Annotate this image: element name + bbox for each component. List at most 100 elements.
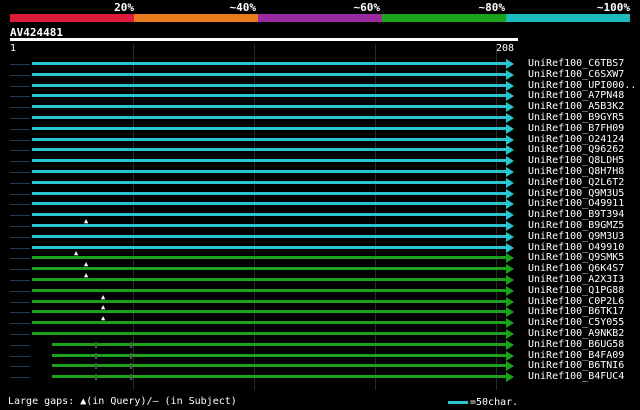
hit-alignment-bar[interactable] bbox=[32, 148, 508, 152]
hit-name-link[interactable]: UniRef100_Q1PG88 bbox=[528, 285, 624, 296]
hit-alignment-bar[interactable] bbox=[32, 202, 508, 206]
hit-name-link[interactable]: UniRef100_Q96262 bbox=[528, 144, 624, 155]
query-offset-dash bbox=[10, 301, 30, 303]
hit-direction-arrow bbox=[506, 69, 514, 80]
hit-direction-arrow bbox=[506, 91, 514, 102]
hit-alignment-bar[interactable] bbox=[32, 72, 508, 76]
hit-alignment-bar[interactable] bbox=[32, 267, 508, 271]
query-offset-dash bbox=[10, 139, 30, 141]
hit-name-link[interactable]: UniRef100_C5Y055 bbox=[528, 317, 624, 328]
hit-direction-arrow bbox=[506, 59, 514, 69]
hit-row[interactable]: UniRef100_B4FUC4 bbox=[0, 371, 640, 383]
hit-direction-arrow bbox=[506, 188, 514, 199]
hit-alignment-bar[interactable] bbox=[32, 245, 508, 249]
scale-key: =50char. bbox=[448, 397, 518, 408]
hit-alignment-bar[interactable] bbox=[52, 342, 508, 346]
hit-alignment-bar[interactable] bbox=[32, 234, 508, 238]
hit-alignment-bar[interactable] bbox=[32, 332, 508, 335]
hit-direction-arrow bbox=[506, 231, 514, 242]
hit-alignment-bar[interactable] bbox=[52, 364, 508, 368]
hit-alignment-bar[interactable] bbox=[32, 213, 508, 217]
query-offset-dash bbox=[10, 128, 30, 130]
hit-direction-arrow bbox=[506, 264, 514, 275]
hit-alignment-bar[interactable] bbox=[32, 94, 508, 98]
query-offset-dash bbox=[10, 161, 30, 163]
scale-label: =50char. bbox=[470, 397, 519, 408]
hit-alignment-bar[interactable] bbox=[32, 83, 508, 87]
hit-name-link[interactable]: UniRef100_O49911 bbox=[528, 198, 624, 209]
gap-legend: Large gaps: ▲(in Query)/– (in Subject) bbox=[8, 396, 237, 407]
hit-name-link[interactable]: UniRef100_B9GYR5 bbox=[528, 112, 624, 123]
hit-name-link[interactable]: UniRef100_C6TBS7 bbox=[528, 58, 624, 69]
hit-direction-arrow bbox=[506, 307, 514, 318]
query-gap-marker: ▲ bbox=[84, 260, 89, 269]
subject-gap-marker bbox=[95, 341, 97, 348]
hit-alignment-bar[interactable] bbox=[32, 159, 508, 163]
subject-gap-marker bbox=[130, 341, 132, 348]
query-offset-dash bbox=[10, 96, 30, 98]
query-offset-dash bbox=[10, 64, 30, 65]
query-offset-dash bbox=[10, 182, 30, 184]
hit-name-link[interactable]: UniRef100_B7FH09 bbox=[528, 123, 624, 134]
subject-gap-marker bbox=[95, 374, 97, 381]
hit-name-link[interactable]: UniRef100_O49910 bbox=[528, 242, 624, 253]
hit-name-link[interactable]: UniRef100_Q9M3U5 bbox=[528, 188, 624, 199]
hit-name-link[interactable]: UniRef100_A7PN48 bbox=[528, 90, 624, 101]
hit-name-link[interactable]: UniRef100_Q8H7H8 bbox=[528, 166, 624, 177]
hit-name-link[interactable]: UniRef100_C6SXW7 bbox=[528, 69, 624, 80]
hit-alignment-bar[interactable] bbox=[32, 62, 508, 65]
hit-direction-arrow bbox=[506, 167, 514, 177]
hit-name-link[interactable]: UniRef100_Q8LDH5 bbox=[528, 155, 624, 166]
hit-name-link[interactable]: UniRef100_B4FA09 bbox=[528, 350, 624, 361]
hit-direction-arrow bbox=[506, 145, 514, 156]
hit-name-link[interactable]: UniRef100_B9T394 bbox=[528, 209, 624, 220]
hit-alignment-bar[interactable] bbox=[52, 353, 508, 357]
hit-name-link[interactable]: UniRef100_A9NKB2 bbox=[528, 328, 624, 339]
hit-name-link[interactable]: UniRef100_A5B3K2 bbox=[528, 101, 624, 112]
query-gap-marker: ▲ bbox=[101, 314, 106, 323]
query-offset-dash bbox=[10, 226, 30, 227]
hit-name-link[interactable]: UniRef100_B6UG58 bbox=[528, 339, 624, 350]
hit-alignment-bar[interactable] bbox=[32, 256, 508, 260]
subject-gap-marker bbox=[130, 352, 132, 359]
query-gap-marker: ▲ bbox=[84, 217, 89, 225]
query-offset-dash bbox=[10, 107, 30, 109]
hit-alignment-bar[interactable] bbox=[32, 224, 508, 227]
hit-name-link[interactable]: UniRef100_Q9M3U3 bbox=[528, 231, 624, 242]
hit-alignment-bar[interactable] bbox=[52, 375, 508, 379]
hit-name-link[interactable]: UniRef100_O24124 bbox=[528, 134, 624, 145]
hit-list: UniRef100_C6TBS7 UniRef100_C6SXW7 UniRef10… bbox=[0, 0, 640, 410]
hit-direction-arrow bbox=[506, 210, 514, 221]
hit-name-link[interactable]: UniRef100_Q9SMK5 bbox=[528, 252, 624, 263]
hit-alignment-bar[interactable] bbox=[32, 116, 508, 119]
hit-direction-arrow bbox=[506, 318, 514, 329]
query-offset-dash bbox=[10, 344, 30, 346]
hit-alignment-bar[interactable] bbox=[32, 278, 508, 281]
hit-name-link[interactable]: UniRef100_B9GMZ5 bbox=[528, 220, 624, 231]
hit-name-link[interactable]: UniRef100_B4FUC4 bbox=[528, 371, 624, 382]
query-offset-dash bbox=[10, 258, 30, 260]
hit-alignment-bar[interactable] bbox=[32, 137, 508, 141]
hit-name-link[interactable]: UniRef100_B6TNI6 bbox=[528, 360, 624, 371]
hit-alignment-bar[interactable] bbox=[32, 191, 508, 195]
hit-alignment-bar[interactable] bbox=[32, 180, 508, 184]
hit-name-link[interactable]: UniRef100_Q6K4S7 bbox=[528, 263, 624, 274]
hit-name-link[interactable]: UniRef100_UPI000.. bbox=[528, 80, 636, 91]
query-offset-dash bbox=[10, 74, 30, 76]
hit-alignment-bar[interactable] bbox=[32, 170, 508, 173]
hit-name-link[interactable]: UniRef100_B6TK17 bbox=[528, 306, 624, 317]
query-offset-dash bbox=[10, 172, 30, 173]
hit-alignment-bar[interactable] bbox=[32, 105, 508, 109]
hit-direction-arrow bbox=[506, 156, 514, 167]
query-offset-dash bbox=[10, 236, 30, 238]
hit-alignment-bar[interactable] bbox=[32, 288, 508, 292]
query-offset-dash bbox=[10, 193, 30, 195]
hit-alignment-bar[interactable] bbox=[32, 126, 508, 130]
hit-name-link[interactable]: UniRef100_C0P2L6 bbox=[528, 296, 624, 307]
hit-name-link[interactable]: UniRef100_Q2L6T2 bbox=[528, 177, 624, 188]
query-offset-dash bbox=[10, 204, 30, 206]
query-offset-dash bbox=[10, 312, 30, 314]
hit-name-link[interactable]: UniRef100_A2X3I3 bbox=[528, 274, 624, 285]
subject-gap-marker bbox=[95, 363, 97, 370]
hit-direction-arrow bbox=[506, 113, 514, 123]
